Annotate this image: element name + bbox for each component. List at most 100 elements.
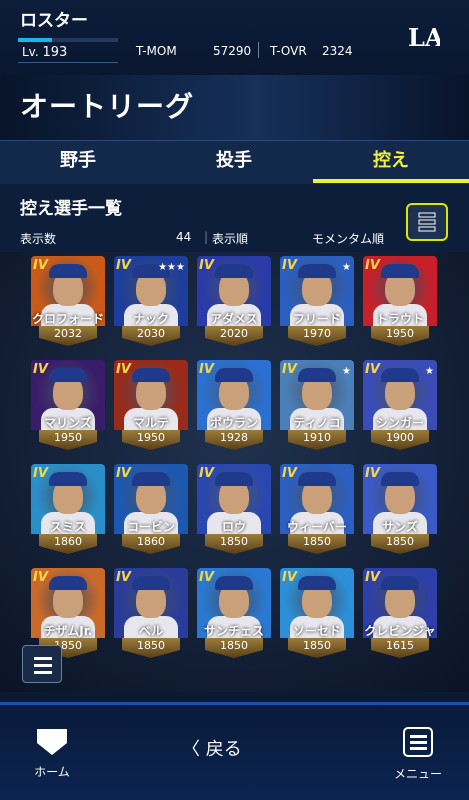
player-card[interactable]: IV ベル 1850 bbox=[114, 568, 188, 660]
player-name: スミス bbox=[49, 520, 86, 534]
grade-badge: IV bbox=[365, 466, 380, 481]
player-score: 1850 bbox=[205, 534, 263, 554]
tab-pitchers[interactable]: 投手 bbox=[156, 141, 312, 185]
player-score: 1900 bbox=[371, 430, 429, 450]
level-value: 193 bbox=[42, 45, 68, 60]
player-score: 1928 bbox=[205, 430, 263, 450]
grade-badge: IV bbox=[282, 570, 297, 585]
player-name: ベル bbox=[138, 624, 163, 638]
player-name: ナック bbox=[132, 312, 169, 326]
list-info-bar: 表示数 44 | 表示順 モメンタム順 bbox=[20, 230, 385, 247]
player-name: ソーセド bbox=[292, 624, 341, 638]
player-card[interactable]: IV マルテ 1950 bbox=[114, 360, 188, 452]
top-bar: ロスター Lv. 193 T-MOM 57290 T-OVR 2324 LA bbox=[0, 0, 469, 75]
quick-menu-button[interactable] bbox=[22, 645, 62, 683]
section-title: 控え選手一覧 bbox=[20, 199, 122, 219]
chevron-left-icon: 〈 bbox=[182, 739, 200, 760]
player-name: クロフォード bbox=[31, 312, 104, 326]
player-card[interactable]: IV ロウ 1850 bbox=[197, 464, 271, 556]
player-score: 1850 bbox=[122, 638, 180, 658]
back-label: 戻る bbox=[205, 739, 242, 760]
grade-badge: IV bbox=[116, 466, 131, 481]
divider bbox=[258, 42, 259, 58]
player-card[interactable]: IV マリンズ 1950 bbox=[31, 360, 105, 452]
player-card[interactable]: IVクレビンジャー1615 bbox=[363, 568, 437, 660]
player-card[interactable]: IV ★★★ ナック 2030 bbox=[114, 256, 188, 348]
tab-bar: 野手 投手 控え bbox=[0, 140, 469, 184]
player-grid[interactable]: IV クロフォード 2032 IV ★★★ ナック 2030 IV アダメス 2020 IV ★ フリー… bbox=[0, 252, 469, 692]
svg-text:LA: LA bbox=[408, 23, 440, 52]
grade-badge: IV bbox=[365, 258, 380, 273]
player-score: 2020 bbox=[205, 326, 263, 346]
player-card[interactable]: IV コービン 1860 bbox=[114, 464, 188, 556]
player-name: コービン bbox=[126, 520, 175, 534]
player-score: 1970 bbox=[288, 326, 346, 346]
player-name: ロウ bbox=[221, 520, 246, 534]
player-card[interactable]: IV ★ フリード 1970 bbox=[280, 256, 354, 348]
home-plate-icon bbox=[37, 729, 67, 755]
tmom-value: 57290 bbox=[213, 44, 252, 58]
star-icon: ★ bbox=[342, 262, 351, 273]
screen-title: ロスター bbox=[20, 11, 88, 31]
home-label: ホーム bbox=[34, 765, 70, 779]
player-card[interactable]: IV ★ シンガー 1900 bbox=[363, 360, 437, 452]
player-name: サンチェス bbox=[203, 624, 264, 638]
grade-badge: IV bbox=[282, 258, 297, 273]
star-icon: ★ bbox=[425, 366, 434, 377]
order-value[interactable]: モメンタム順 bbox=[312, 230, 384, 247]
tab-fielders[interactable]: 野手 bbox=[0, 141, 156, 185]
player-name: チザムJr. bbox=[43, 624, 93, 638]
grade-badge: IV bbox=[116, 362, 131, 377]
player-score: 1950 bbox=[39, 430, 97, 450]
grade-badge: IV bbox=[33, 362, 48, 377]
player-name: ウィーバー bbox=[287, 520, 347, 534]
player-score: 2030 bbox=[122, 326, 180, 346]
menu-icon bbox=[403, 727, 433, 757]
footer-bar: ホーム 〈 戻る メニュー bbox=[0, 702, 469, 800]
grade-badge: IV bbox=[282, 362, 297, 377]
tovr-label: T-OVR bbox=[270, 44, 307, 58]
menu-button[interactable]: メニュー bbox=[390, 727, 446, 782]
player-score: 1950 bbox=[371, 326, 429, 346]
player-name: アダメス bbox=[210, 312, 258, 326]
back-button[interactable]: 〈 戻る bbox=[182, 735, 242, 761]
player-card[interactable]: IV サンチェス 1850 bbox=[197, 568, 271, 660]
player-score: 1950 bbox=[122, 430, 180, 450]
player-card[interactable]: IV ソーセド 1850 bbox=[280, 568, 354, 660]
player-card[interactable]: IV スミス 1860 bbox=[31, 464, 105, 556]
grade-badge: IV bbox=[199, 362, 214, 377]
grade-badge: IV bbox=[282, 466, 297, 481]
player-score: 1850 bbox=[205, 638, 263, 658]
player-card[interactable]: IV サンズ 1850 bbox=[363, 464, 437, 556]
player-card[interactable]: IV ★ ティノコ 1910 bbox=[280, 360, 354, 452]
player-name: サンズ bbox=[382, 520, 418, 534]
player-card[interactable]: IV ボウラン 1928 bbox=[197, 360, 271, 452]
player-card[interactable]: IV ウィーバー 1850 bbox=[280, 464, 354, 556]
star-icon: ★ bbox=[342, 366, 351, 377]
team-logo-icon: LA bbox=[408, 23, 440, 52]
tovr-value: 2324 bbox=[322, 44, 353, 58]
menu-label: メニュー bbox=[393, 767, 442, 781]
count-value: 44 bbox=[176, 230, 192, 244]
page-title: オートリーグ bbox=[20, 90, 195, 123]
grade-badge: IV bbox=[116, 258, 131, 273]
player-name: ティノコ bbox=[293, 416, 341, 430]
grade-badge: IV bbox=[199, 570, 214, 585]
order-label: 表示順 bbox=[212, 232, 249, 246]
player-name: シンガー bbox=[375, 416, 424, 430]
star-icon: ★★★ bbox=[158, 262, 185, 273]
tmom-label: T-MOM bbox=[136, 44, 177, 58]
player-name: マルテ bbox=[132, 416, 169, 430]
player-name: マリンズ bbox=[44, 416, 92, 430]
tab-reserves[interactable]: 控え bbox=[313, 141, 469, 185]
player-score: 1850 bbox=[288, 638, 346, 658]
player-card[interactable]: IV アダメス 2020 bbox=[197, 256, 271, 348]
page-header: オートリーグ bbox=[0, 75, 469, 140]
player-card[interactable]: IV トラウト 1950 bbox=[363, 256, 437, 348]
grade-badge: IV bbox=[199, 258, 214, 273]
filter-button[interactable] bbox=[406, 203, 448, 241]
grade-badge: IV bbox=[116, 570, 131, 585]
home-button[interactable]: ホーム bbox=[26, 727, 78, 780]
player-card[interactable]: IV クロフォード 2032 bbox=[31, 256, 105, 348]
player-score: 1860 bbox=[122, 534, 180, 554]
